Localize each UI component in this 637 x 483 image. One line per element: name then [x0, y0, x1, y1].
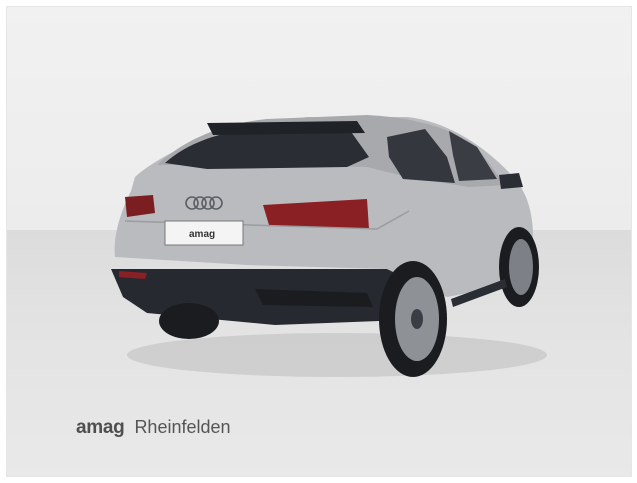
- listing-photo[interactable]: amag amag Rheinfelden: [6, 6, 632, 477]
- dealer-watermark: amag Rheinfelden: [76, 417, 231, 439]
- dealer-brand-logo: amag: [76, 417, 125, 438]
- dealer-location: Rheinfelden: [134, 417, 231, 437]
- license-plate-text: amag: [189, 229, 215, 240]
- car-image: amag: [111, 115, 547, 377]
